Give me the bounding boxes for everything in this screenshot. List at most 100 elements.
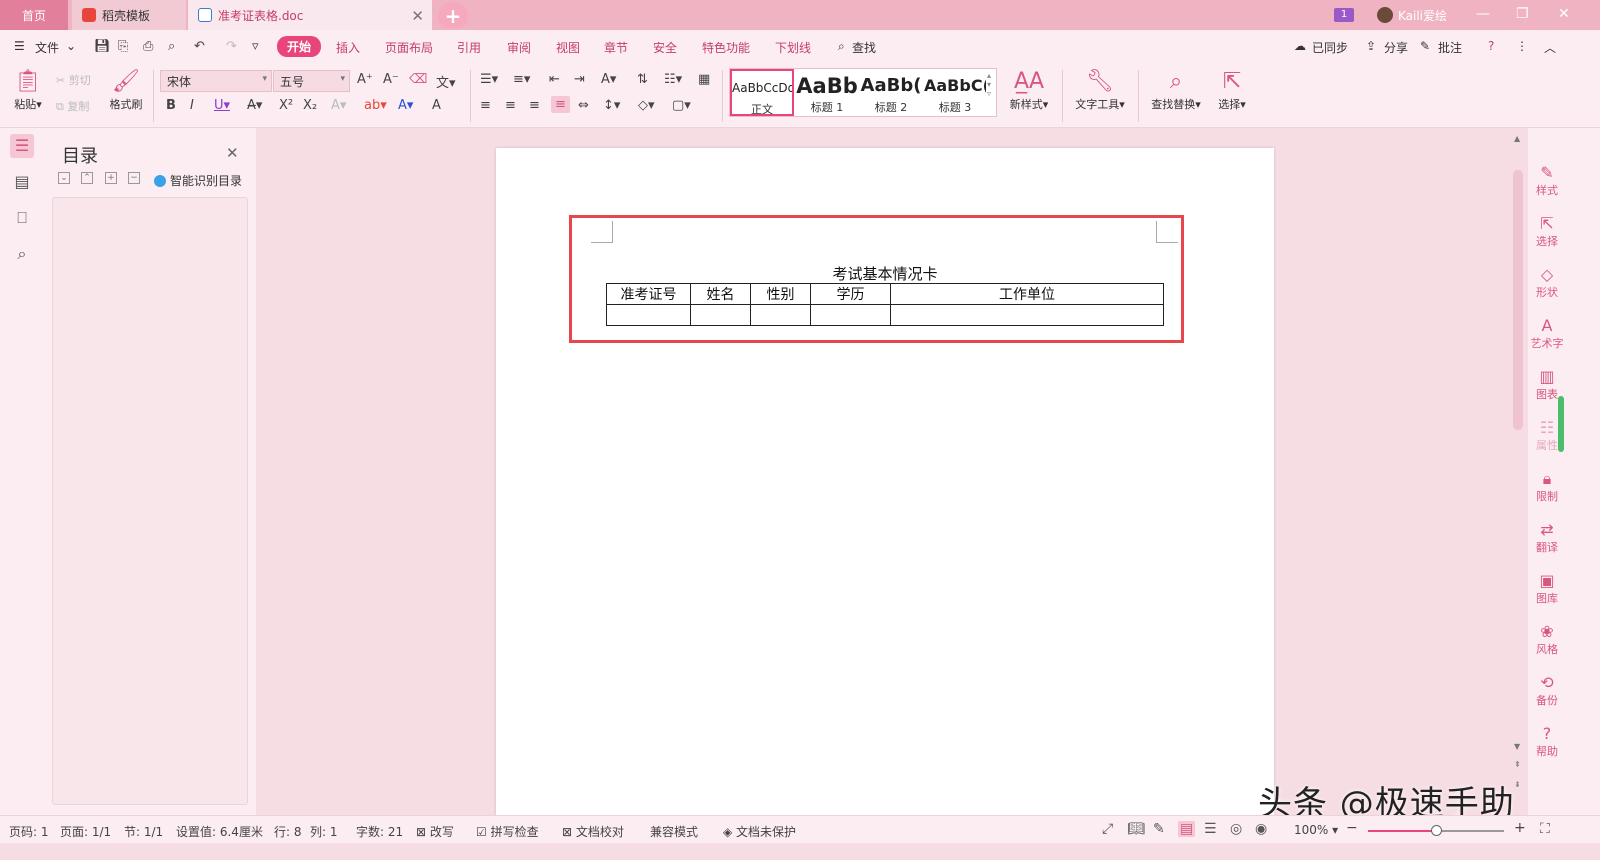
- proofread-button[interactable]: ⊠ 文档校对: [562, 823, 624, 840]
- prev-page-icon[interactable]: ⇞: [1514, 760, 1521, 769]
- shrink-font-icon[interactable]: A⁻: [383, 72, 399, 87]
- protect-status[interactable]: ◈ 文档未保护: [723, 823, 796, 840]
- toc-icon[interactable]: ☰: [10, 134, 34, 158]
- share-button[interactable]: 分享: [1384, 39, 1408, 56]
- web-view-icon[interactable]: ◎: [1230, 821, 1242, 837]
- customize-icon[interactable]: ▿: [252, 39, 259, 54]
- char-shading-icon[interactable]: A: [432, 98, 441, 113]
- new-tab-button[interactable]: +: [438, 2, 468, 28]
- table-header-cell[interactable]: 学历: [810, 283, 891, 305]
- format-painter-button[interactable]: 🖌︎ 格式刷: [104, 68, 148, 112]
- font-color-icon[interactable]: A▾: [398, 98, 413, 113]
- table-cell[interactable]: [690, 304, 751, 326]
- sort-icon[interactable]: ⇅: [637, 72, 648, 87]
- panel-help[interactable]: ? 帮助: [1528, 725, 1566, 759]
- expand-up-icon[interactable]: ⌃: [81, 172, 93, 184]
- new-style-button[interactable]: A̲A 新样式▾: [1006, 68, 1052, 112]
- spacing-icon[interactable]: ☷▾: [664, 72, 682, 87]
- text-effect-icon[interactable]: A▾: [331, 98, 346, 113]
- style-heading-1[interactable]: AaBb 标题 1: [796, 69, 858, 116]
- read-mode-icon[interactable]: 📖︎: [1127, 821, 1145, 837]
- panel-backup[interactable]: ⟲ 备份: [1528, 674, 1566, 708]
- paste-button[interactable]: 📋︎ 粘贴▾: [8, 68, 48, 112]
- numbering-icon[interactable]: ≡▾: [513, 72, 530, 87]
- close-icon[interactable]: ✕: [226, 144, 239, 162]
- table-header-cell[interactable]: 准考证号: [606, 283, 691, 305]
- print-preview-icon[interactable]: ⌕: [168, 39, 175, 54]
- fullscreen-icon[interactable]: ⤢: [1102, 821, 1113, 837]
- font-size-select[interactable]: 五号: [273, 70, 350, 92]
- zoom-knob[interactable]: [1431, 825, 1442, 836]
- menu-insert[interactable]: 插入: [336, 39, 360, 56]
- more-icon[interactable]: ⋮: [1516, 39, 1528, 53]
- eye-care-icon[interactable]: ◉: [1255, 821, 1267, 837]
- smart-toc-button[interactable]: 智能识别目录: [154, 172, 242, 189]
- avatar[interactable]: [1377, 7, 1393, 23]
- search-button[interactable]: 查找: [852, 39, 876, 56]
- style-normal[interactable]: AaBbCcDd 正文: [730, 69, 794, 116]
- status-page-number[interactable]: 页码: 1: [9, 823, 49, 840]
- minimize-icon[interactable]: —: [1476, 6, 1490, 22]
- zoom-in-icon[interactable]: +: [1514, 820, 1526, 836]
- table-cell[interactable]: [890, 304, 1164, 326]
- write-mode-icon[interactable]: ✎: [1153, 821, 1165, 837]
- menu-chapter[interactable]: 章节: [604, 39, 628, 56]
- table-cell[interactable]: [750, 304, 811, 326]
- save-icon[interactable]: 💾︎: [94, 39, 111, 54]
- vertical-scrollbar[interactable]: ▲ ▼ ⇞ ⇟: [1510, 128, 1528, 815]
- subscript-icon[interactable]: X₂: [303, 98, 317, 113]
- document-area[interactable]: 考试基本情况卡 准考证号 姓名 性别 学历 工作单位: [256, 128, 1510, 815]
- distribute-icon[interactable]: ⇔: [578, 98, 589, 113]
- table-header-cell[interactable]: 性别: [750, 283, 811, 305]
- status-setting[interactable]: 设置值: 6.4厘米: [176, 823, 263, 840]
- increase-indent-icon[interactable]: ⇥: [574, 72, 585, 87]
- table-cell[interactable]: [810, 304, 891, 326]
- menu-references[interactable]: 引用: [457, 39, 481, 56]
- clear-format-icon[interactable]: ⌫: [409, 72, 427, 87]
- status-pages[interactable]: 页面: 1/1: [60, 823, 111, 840]
- bookmark-icon[interactable]: ⎕: [10, 206, 34, 230]
- copy-button[interactable]: ⧉ 复制: [56, 98, 89, 114]
- redo-icon[interactable]: ↷: [226, 39, 237, 54]
- remove-heading-icon[interactable]: −: [128, 172, 140, 184]
- chevron-down-icon[interactable]: ⌄: [66, 39, 76, 53]
- panel-theme[interactable]: ❀ 风格: [1528, 623, 1566, 657]
- panel-shapes[interactable]: ◇ 形状: [1528, 266, 1566, 300]
- shading-icon[interactable]: ◇▾: [638, 98, 655, 113]
- document-title[interactable]: 考试基本情况卡: [496, 263, 1274, 284]
- page-thumbnail-icon[interactable]: ▤: [10, 170, 34, 194]
- page-view-icon[interactable]: ▤: [1178, 821, 1196, 837]
- status-word-count[interactable]: 字数: 21: [356, 823, 403, 840]
- scroll-up-icon[interactable]: ▲: [1514, 134, 1520, 143]
- sync-status[interactable]: 已同步: [1312, 39, 1348, 56]
- text-direction-icon[interactable]: A▾: [601, 72, 616, 87]
- fit-window-icon[interactable]: ⛶: [1540, 821, 1550, 837]
- style-heading-3[interactable]: AaBbC( 标题 3: [924, 69, 986, 116]
- menu-review[interactable]: 审阅: [507, 39, 531, 56]
- align-left-icon[interactable]: ≡: [480, 98, 491, 113]
- overtype-toggle[interactable]: ⊠ 改写: [416, 823, 454, 840]
- exam-table[interactable]: 准考证号 姓名 性别 学历 工作单位: [606, 283, 1164, 326]
- cut-button[interactable]: ✂ 剪切: [56, 72, 91, 88]
- table-header-cell[interactable]: 工作单位: [890, 283, 1164, 305]
- panel-restrict[interactable]: 🔒︎ 限制: [1528, 470, 1566, 504]
- panel-gallery[interactable]: ▣ 图库: [1528, 572, 1566, 606]
- next-page-icon[interactable]: ⇟: [1514, 780, 1521, 789]
- panel-translate[interactable]: ⇄ 翻译: [1528, 521, 1566, 555]
- menu-view[interactable]: 视图: [556, 39, 580, 56]
- outline-view-icon[interactable]: ☰: [1204, 821, 1217, 837]
- zoom-level[interactable]: 100% ▾: [1294, 823, 1338, 837]
- undo-icon[interactable]: ↶: [194, 39, 205, 54]
- comment-button[interactable]: 批注: [1438, 39, 1462, 56]
- menu-home[interactable]: 开始: [277, 36, 322, 57]
- notification-badge[interactable]: 1: [1334, 8, 1354, 22]
- help-icon[interactable]: ?: [1488, 39, 1494, 53]
- spell-check-button[interactable]: ☑ 拼写检查: [476, 823, 539, 840]
- highlight-icon[interactable]: ab▾: [364, 98, 387, 113]
- font-family-select[interactable]: 宋体: [160, 70, 272, 92]
- add-heading-icon[interactable]: +: [105, 172, 117, 184]
- collapse-all-icon[interactable]: ⌄: [58, 172, 70, 184]
- close-tab-icon[interactable]: ✕: [411, 7, 424, 25]
- panel-styles[interactable]: ✎ 样式: [1528, 164, 1566, 198]
- tab-templates[interactable]: 稻壳模板: [72, 0, 186, 30]
